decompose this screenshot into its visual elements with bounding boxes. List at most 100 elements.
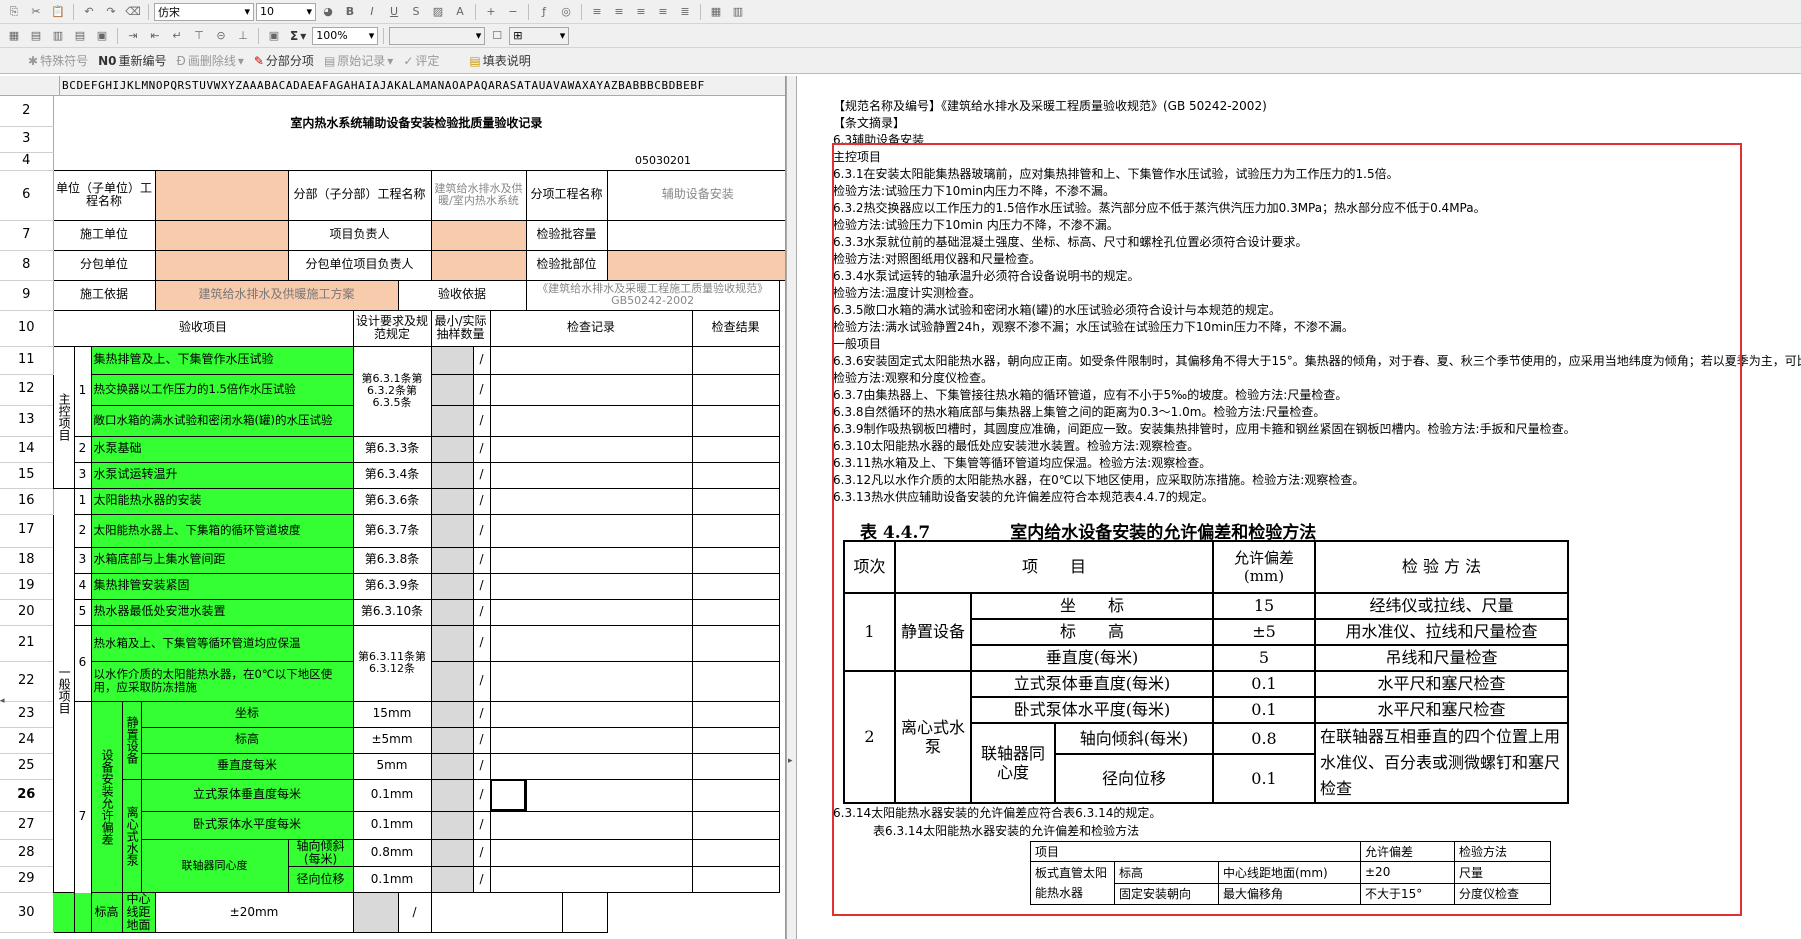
row-header[interactable]: 2 (0, 96, 54, 127)
subitem-value[interactable]: 辅助设备安装 (606, 169, 785, 221)
capacity-input[interactable] (606, 219, 785, 251)
record-cell[interactable] (489, 461, 693, 489)
row-header[interactable]: 30 (0, 892, 54, 934)
record-cell[interactable] (489, 598, 693, 626)
builder-input[interactable] (154, 219, 289, 251)
row-header[interactable]: 13 (0, 405, 54, 437)
top-align-icon[interactable]: ⊤ (189, 27, 209, 45)
row-header[interactable]: 21 (0, 625, 54, 662)
result-cell[interactable] (691, 345, 780, 375)
pane-splitter[interactable]: ▸ (786, 76, 797, 939)
sample-slash[interactable]: / (472, 598, 491, 626)
row-header[interactable]: 14 (0, 436, 54, 463)
row-header[interactable]: 19 (0, 573, 54, 600)
justify-icon[interactable]: ≡ (653, 3, 673, 21)
result-cell[interactable] (691, 752, 780, 780)
row-header[interactable]: 7 (0, 220, 54, 251)
redo-icon[interactable]: ↷ (101, 3, 121, 21)
copy-icon[interactable]: ⎘ (4, 3, 24, 21)
paste-icon[interactable]: 📋 (48, 3, 68, 21)
record-cell[interactable] (430, 891, 563, 934)
basis-value[interactable]: 建筑给水排水及供暖施工方案 (154, 279, 399, 311)
result-cell[interactable] (691, 660, 780, 702)
sample-slash[interactable]: / (472, 513, 491, 548)
outdent-icon[interactable]: ⇤ (145, 27, 165, 45)
cut-icon[interactable]: ✂ (26, 3, 46, 21)
sample-slash[interactable]: / (472, 778, 491, 812)
accept-basis-value[interactable]: 《建筑给水排水及采暖工程施工质量验收规范》GB50242-2002 (525, 279, 780, 311)
formula-icon[interactable]: ƒ (534, 3, 554, 21)
table-icon[interactable]: ▦ (4, 27, 24, 45)
border-icon[interactable]: ▦ (706, 3, 726, 21)
result-cell[interactable] (691, 404, 780, 437)
record-cell[interactable] (489, 513, 693, 548)
middle-align-icon[interactable]: ⊝ (211, 27, 231, 45)
insert-row-icon[interactable]: ▤ (26, 27, 46, 45)
grid-icon[interactable]: ▥ (728, 3, 748, 21)
zoom-select[interactable]: 100% ▾ (312, 26, 379, 45)
sample-slash[interactable]: / (472, 752, 491, 780)
delete-line-button[interactable]: Ð 画删除线 ▾ (173, 52, 248, 69)
delete-row-icon[interactable]: ▤ (70, 27, 90, 45)
row-header[interactable]: 12 (0, 374, 54, 406)
unit-input[interactable] (154, 169, 289, 221)
sample-slash[interactable]: / (472, 726, 491, 754)
result-cell[interactable] (691, 726, 780, 754)
sample-slash[interactable]: / (397, 891, 432, 934)
record-cell[interactable] (489, 373, 693, 406)
wrap-icon[interactable]: ↵ (167, 27, 187, 45)
row-header[interactable]: 22 (0, 661, 54, 702)
row-header[interactable]: 18 (0, 547, 54, 574)
evaluate-button[interactable]: ✓ 评定 (399, 52, 443, 69)
strike-icon[interactable]: S (406, 3, 426, 21)
result-cell[interactable] (691, 810, 780, 840)
subpm-input[interactable] (430, 249, 527, 281)
sample-slash[interactable]: / (472, 838, 491, 867)
record-cell[interactable] (489, 700, 693, 728)
result-cell[interactable] (691, 598, 780, 626)
row-header[interactable]: 29 (0, 866, 54, 893)
record-cell[interactable] (489, 865, 693, 893)
result-cell[interactable] (691, 838, 780, 867)
result-cell[interactable] (561, 891, 608, 934)
record-cell[interactable] (489, 838, 693, 867)
row-header[interactable]: 20 (0, 599, 54, 626)
subcontract-input[interactable] (154, 249, 289, 281)
sample-slash[interactable]: / (472, 461, 491, 489)
zoom-in-icon[interactable]: + (481, 3, 501, 21)
result-cell[interactable] (691, 572, 780, 600)
bottom-align-icon[interactable]: ⊥ (233, 27, 253, 45)
box-icon[interactable]: ☐ (487, 27, 507, 45)
origin-record-button[interactable]: ▤ 原始记录 ▾ (320, 52, 397, 69)
result-cell[interactable] (691, 624, 780, 662)
zoom-out-icon[interactable]: − (503, 3, 523, 21)
result-cell[interactable] (691, 435, 780, 463)
distribute-icon[interactable]: ≣ (675, 3, 695, 21)
row-header[interactable]: 10 (0, 310, 54, 347)
row-header[interactable]: 24 (0, 727, 54, 754)
record-cell[interactable] (489, 624, 693, 662)
result-cell[interactable] (691, 865, 780, 893)
align-left-icon[interactable]: ≡ (587, 3, 607, 21)
underline-icon[interactable]: U (384, 3, 404, 21)
row-header[interactable]: 15 (0, 462, 54, 489)
record-cell[interactable] (489, 572, 693, 600)
selected-cell[interactable] (489, 778, 527, 812)
clear-icon[interactable]: ⌫ (123, 3, 143, 21)
circle-icon[interactable]: ◎ (556, 3, 576, 21)
sample-slash[interactable]: / (472, 624, 491, 662)
sample-slash[interactable]: / (472, 487, 491, 515)
sample-slash[interactable]: / (472, 865, 491, 893)
indent-icon[interactable]: ⇥ (123, 27, 143, 45)
renumber-button[interactable]: N0 重新编号 (94, 52, 170, 69)
lock-icon[interactable]: ▣ (264, 27, 284, 45)
row-header[interactable]: 3 (0, 126, 54, 153)
font-size-select[interactable]: 10 ▾ (256, 2, 316, 21)
border-select[interactable]: ⊞ ▾ (509, 26, 570, 45)
record-cell[interactable] (489, 752, 693, 780)
row-header[interactable]: 6 (0, 170, 54, 221)
align-center-icon[interactable]: ≡ (609, 3, 629, 21)
record-cell[interactable] (489, 435, 693, 463)
record-cell[interactable] (489, 810, 693, 840)
row-header[interactable]: 25 (0, 753, 54, 780)
